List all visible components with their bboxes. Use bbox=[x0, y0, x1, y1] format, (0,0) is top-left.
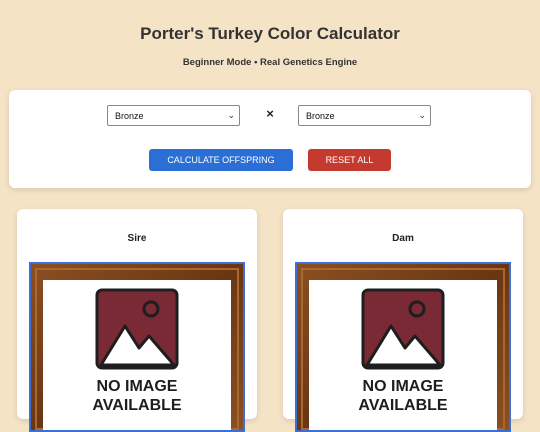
dam-placeholder-line1: NO IMAGE bbox=[363, 378, 444, 395]
image-placeholder-icon: NO IMAGE AVAILABLE bbox=[297, 264, 509, 430]
sire-card-label: Sire bbox=[127, 233, 147, 244]
page-subtitle: Beginner Mode • Real Genetics Engine bbox=[182, 57, 358, 68]
reset-all-button[interactable]: RESET ALL bbox=[308, 149, 391, 171]
sire-color-select[interactable]: Bronze ⌄ bbox=[107, 105, 240, 126]
image-placeholder-icon: NO IMAGE AVAILABLE bbox=[31, 264, 243, 430]
sire-select-value: Bronze bbox=[115, 111, 144, 121]
calculate-offspring-button[interactable]: CALCULATE OFFSPRING bbox=[149, 149, 293, 171]
cross-symbol: × bbox=[266, 106, 274, 121]
dam-card-label: Dam bbox=[392, 233, 414, 244]
sire-image-frame: NO IMAGE AVAILABLE bbox=[29, 262, 245, 432]
sire-placeholder-line1: NO IMAGE bbox=[97, 378, 178, 395]
dam-image-frame: NO IMAGE AVAILABLE bbox=[295, 262, 511, 432]
chevron-down-icon: ⌄ bbox=[418, 110, 426, 120]
dam-card: Dam NO IMAGE AVAILABLE bbox=[283, 209, 523, 432]
controls-panel: Bronze ⌄ × Bronze ⌄ CALCULATE OFFSPRING … bbox=[9, 90, 531, 188]
page-title: Porter's Turkey Color Calculator bbox=[140, 24, 400, 43]
dam-select-value: Bronze bbox=[306, 111, 335, 121]
sire-card: Sire NO IMAGE AVAILABLE bbox=[17, 209, 257, 432]
dam-placeholder-line2: AVAILABLE bbox=[358, 397, 448, 414]
sire-placeholder-line2: AVAILABLE bbox=[92, 397, 182, 414]
dam-color-select[interactable]: Bronze ⌄ bbox=[298, 105, 431, 126]
chevron-down-icon: ⌄ bbox=[227, 110, 235, 120]
